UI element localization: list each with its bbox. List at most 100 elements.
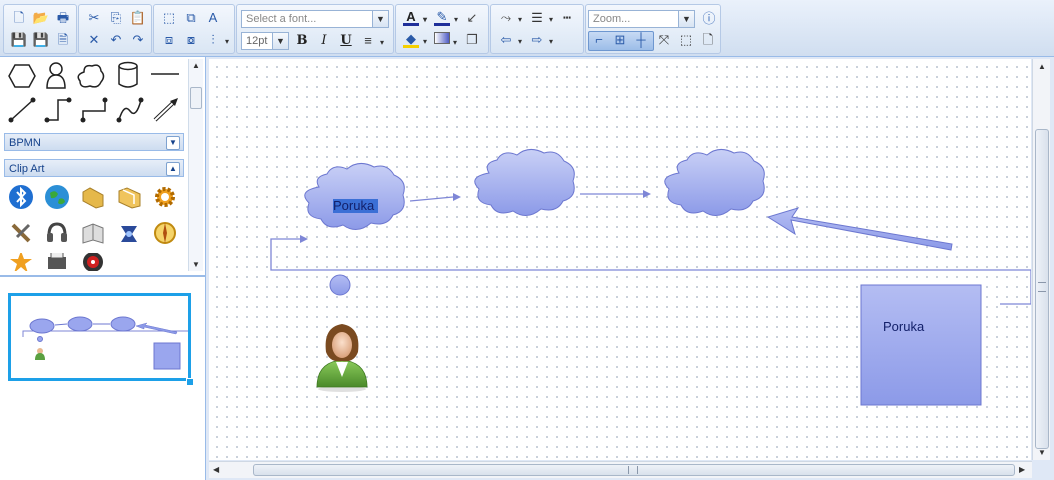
gradient-icon[interactable]: [434, 32, 457, 51]
cd-clipart-icon[interactable]: [78, 253, 108, 271]
open-folder-clipart-icon[interactable]: [114, 182, 144, 212]
rectangle-shape-poruka[interactable]: [860, 284, 982, 406]
dash-pattern-icon[interactable]: ┅: [559, 10, 575, 26]
scroll-down-arrow[interactable]: ▼: [192, 260, 200, 269]
select-all-icon[interactable]: ⬚: [161, 10, 177, 26]
text-align-icon[interactable]: ≡: [360, 33, 384, 51]
sidebar-divider: [0, 275, 205, 277]
connector-style-icon[interactable]: ⤳: [498, 10, 522, 28]
star-clipart-icon[interactable]: [6, 253, 36, 271]
print-preview-icon[interactable]: 🗎: [55, 32, 71, 48]
print-icon[interactable]: 🖶: [55, 10, 71, 26]
scroll-left-arrow[interactable]: ◀: [213, 465, 219, 474]
diagram-canvas[interactable]: Poruka Poruka: [209, 59, 1031, 460]
scroll-up-arrow[interactable]: ▲: [192, 61, 200, 70]
font-family-select[interactable]: Select a font... ▼: [241, 10, 389, 28]
paste-icon[interactable]: 📋: [130, 10, 146, 26]
bring-front-icon[interactable]: ⧇: [183, 32, 199, 48]
grid-icon[interactable]: ⊞: [612, 32, 628, 48]
undo-icon[interactable]: ↶: [108, 32, 124, 48]
headset-clipart-icon[interactable]: [42, 218, 72, 248]
font-color-icon[interactable]: A: [403, 9, 427, 28]
font-size-select[interactable]: 12pt ▼: [241, 32, 289, 50]
bold-button[interactable]: B: [294, 33, 310, 49]
cloud-shape-poruka[interactable]: [304, 163, 405, 230]
chevron-down-icon[interactable]: ▼: [372, 11, 388, 27]
page-border-icon[interactable]: ⬚: [678, 32, 694, 48]
palette-scroll-thumb[interactable]: [190, 87, 202, 109]
clipart-panel-header[interactable]: Clip Art ▲: [4, 159, 184, 177]
elbow-curve-connector-shape[interactable]: [80, 97, 108, 123]
canvas-horizontal-scrollbar[interactable]: ◀ ▶: [209, 461, 1032, 478]
palette-scrollbar[interactable]: ▲ ▼: [188, 59, 203, 271]
open-folder-icon[interactable]: 📂: [33, 10, 49, 26]
group-icon[interactable]: ⧉: [183, 10, 199, 26]
straight-connector-shape[interactable]: [8, 97, 36, 123]
expand-icon[interactable]: ▼: [166, 136, 180, 150]
compass-clipart-icon[interactable]: [150, 218, 180, 248]
person-clipart[interactable]: [316, 324, 368, 392]
actor-shape[interactable]: [44, 61, 68, 89]
fill-color-icon[interactable]: ◆: [403, 31, 427, 50]
collapse-icon[interactable]: ▲: [166, 162, 180, 176]
ungroup-icon[interactable]: ⧈: [161, 32, 177, 48]
book-clipart-icon[interactable]: [78, 218, 108, 248]
bluetooth-clipart-icon[interactable]: [6, 182, 36, 212]
fit-page-icon[interactable]: ⤧: [656, 32, 672, 48]
folder-clipart-icon[interactable]: [78, 182, 108, 212]
line-shape[interactable]: [150, 71, 180, 77]
save-as-icon[interactable]: 💾: [33, 32, 49, 48]
printer-clipart-icon[interactable]: [42, 253, 72, 271]
cloud-shape-2[interactable]: [474, 149, 575, 216]
gear-clipart-icon[interactable]: [150, 182, 180, 212]
connector-1-2[interactable]: [409, 193, 461, 202]
horizontal-scroll-thumb[interactable]: [253, 464, 1015, 476]
arrow-connector-shape[interactable]: [152, 97, 180, 123]
hexagon-shape[interactable]: [8, 63, 36, 89]
bpmn-panel-header[interactable]: BPMN ▼: [4, 133, 184, 151]
help-icon[interactable]: ⓘ: [701, 11, 717, 27]
arrow-start-icon[interactable]: ⇦: [498, 32, 522, 50]
guides-icon[interactable]: ┼: [633, 32, 649, 48]
vertical-scroll-thumb[interactable]: [1035, 129, 1049, 449]
cloud-label-poruka[interactable]: Poruka: [333, 198, 374, 213]
connector-2-3[interactable]: [580, 190, 651, 198]
block-arrow[interactable]: [766, 207, 953, 251]
line-color-icon[interactable]: ✎: [434, 9, 458, 28]
small-circle-shape[interactable]: [329, 274, 351, 296]
new-file-icon[interactable]: 🗋: [11, 10, 27, 26]
scroll-up-arrow[interactable]: ▲: [1038, 62, 1046, 71]
align-icon[interactable]: ⫶: [205, 32, 229, 50]
zoom-select[interactable]: Zoom... ▼: [588, 10, 695, 28]
outline-resize-handle[interactable]: [186, 378, 194, 386]
cloud-shape[interactable]: [76, 62, 106, 90]
cut-icon[interactable]: ✂: [86, 10, 102, 26]
page-icon[interactable]: 🗋: [700, 32, 716, 48]
chevron-down-icon[interactable]: ▼: [678, 11, 694, 27]
outline-overview[interactable]: [8, 293, 191, 381]
rectangle-label-poruka[interactable]: Poruka: [883, 319, 924, 334]
cylinder-shape[interactable]: [116, 61, 140, 89]
shadow-icon[interactable]: ❐: [464, 32, 480, 48]
cloud-shape-3[interactable]: [664, 149, 765, 216]
text-format-icon[interactable]: A: [205, 10, 221, 26]
arrow-end-icon[interactable]: ⇨: [529, 32, 553, 50]
canvas-vertical-scrollbar[interactable]: ▲ ▼: [1032, 59, 1050, 460]
tools-clipart-icon[interactable]: [6, 218, 36, 248]
underline-button[interactable]: U: [338, 33, 354, 49]
globe-clipart-icon[interactable]: [42, 182, 72, 212]
delete-icon[interactable]: ✕: [86, 32, 102, 48]
redo-icon[interactable]: ↷: [130, 32, 146, 48]
copy-icon[interactable]: ⎘: [108, 10, 124, 26]
save-icon[interactable]: 💾: [11, 32, 27, 48]
italic-button[interactable]: I: [316, 33, 332, 49]
line-width-icon[interactable]: ☰: [529, 10, 553, 28]
scroll-down-arrow[interactable]: ▼: [1038, 448, 1046, 457]
line-style-icon[interactable]: ↙: [464, 10, 480, 26]
elbow-connector-shape[interactable]: [44, 97, 72, 123]
scroll-right-arrow[interactable]: ▶: [1019, 465, 1025, 474]
chevron-down-icon[interactable]: ▼: [272, 33, 288, 49]
orthogonal-connector-icon[interactable]: ⌐: [591, 32, 607, 48]
curved-connector-shape[interactable]: [116, 97, 144, 123]
network-clipart-icon[interactable]: [114, 218, 144, 248]
